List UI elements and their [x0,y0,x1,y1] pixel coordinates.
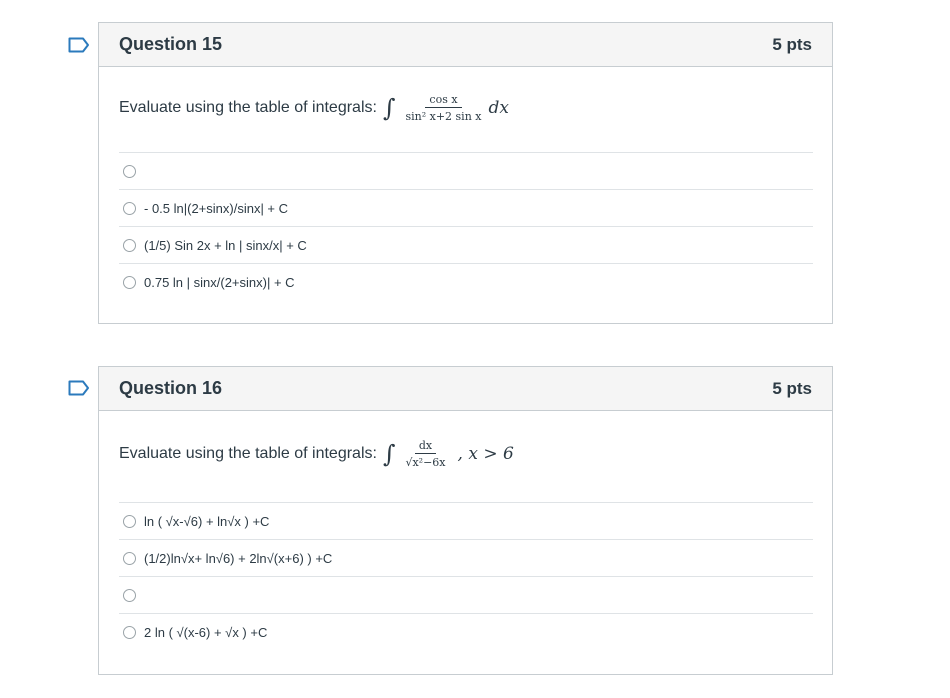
answer-label: (1/2)ln√x+ ln√6) + 2ln√(x+6) ) +C [144,550,333,566]
answer-option[interactable]: (1/5) Sin 2x + ln | sinx/x| + C [119,226,813,263]
answer-label: - 0.5 ln|(2+sinx)/sinx| + C [144,200,289,216]
fraction-numerator: cos x [425,93,462,108]
radio-button[interactable] [123,238,136,252]
integral-sign: ∫ [382,94,396,122]
radio-button[interactable] [123,551,136,565]
flag-question-icon[interactable] [68,380,90,396]
integral-expression: ∫ dx √x²−6x , x > 6 [383,439,514,469]
question-prompt-text: Evaluate using the table of integrals: [119,445,377,462]
question-points: 5 pts [772,378,812,398]
radio-button[interactable] [123,201,136,215]
question-card: Question 15 5 pts Evaluate using the tab… [98,22,833,324]
answer-option[interactable] [119,576,813,613]
answer-option[interactable] [119,152,813,189]
fraction: dx √x²−6x [401,439,449,469]
flag-question-icon[interactable] [68,37,90,53]
integral-expression: ∫ cos x sin² x+2 sin x dx [383,93,509,123]
answer-option[interactable]: 0.75 ln | sinx/(2+sinx)| + C [119,263,813,300]
answer-label: (1/5) Sin 2x + ln | sinx/x| + C [144,237,307,253]
integral-sign: ∫ [382,440,396,468]
answer-option[interactable]: (1/2)ln√x+ ln√6) + 2ln√(x+6) ) +C [119,539,813,576]
answer-option[interactable]: - 0.5 ln|(2+sinx)/sinx| + C [119,189,813,226]
question-prompt-text: Evaluate using the table of integrals: [119,99,377,116]
answer-label: 0.75 ln | sinx/(2+sinx)| + C [144,274,295,290]
radio-button[interactable] [123,588,136,602]
answer-option[interactable]: ln ( √x-√6) + ln√x ) +C [119,502,813,539]
fraction-denominator: √x²−6x [405,456,446,469]
question-title: Question 16 [119,378,223,398]
question-prompt: Evaluate using the table of integrals: ∫… [119,93,509,123]
answer-list: - 0.5 ln|(2+sinx)/sinx| + C (1/5) Sin 2x… [119,152,813,300]
radio-button[interactable] [123,164,136,178]
differential: dx [488,98,509,118]
fraction-denominator: sin² x+2 sin x [405,110,482,123]
question-prompt: Evaluate using the table of integrals: ∫… [119,439,514,469]
question-header: Question 15 5 pts [99,23,832,67]
answer-label: ln ( √x-√6) + ln√x ) +C [144,513,270,529]
radio-button[interactable] [123,625,136,639]
radio-button[interactable] [123,275,136,289]
condition: , x > 6 [457,444,514,464]
question-card: Question 16 5 pts Evaluate using the tab… [98,366,833,675]
fraction-numerator: dx [414,439,437,454]
answer-label: 2 ln ( √(x-6) + √x ) +C [144,624,268,640]
question-title: Question 15 [119,34,223,54]
fraction: cos x sin² x+2 sin x [401,93,485,123]
question-header: Question 16 5 pts [99,367,832,411]
radio-button[interactable] [123,514,136,528]
question-points: 5 pts [772,34,812,54]
answer-option[interactable]: 2 ln ( √(x-6) + √x ) +C [119,613,813,650]
answer-list: ln ( √x-√6) + ln√x ) +C (1/2)ln√x+ ln√6)… [119,502,813,650]
